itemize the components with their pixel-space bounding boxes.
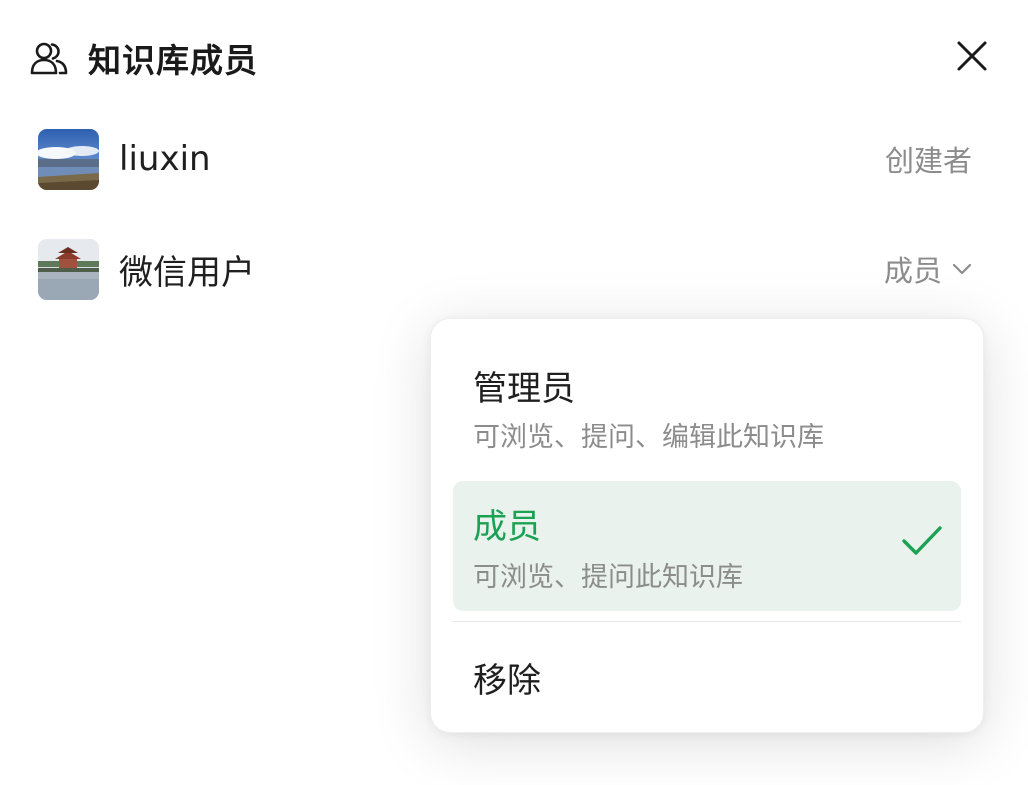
check-icon xyxy=(901,525,943,561)
close-icon xyxy=(956,40,988,76)
member-row: 微信用户 成员 xyxy=(38,238,972,300)
close-button[interactable] xyxy=(952,38,992,78)
menu-divider xyxy=(453,621,961,622)
option-title: 移除 xyxy=(473,661,541,701)
chevron-down-icon xyxy=(952,263,972,275)
member-name: 微信用户 xyxy=(119,252,255,293)
role-dropdown-trigger[interactable]: 成员 xyxy=(884,248,972,290)
option-description: 可浏览、提问、编辑此知识库 xyxy=(473,422,824,453)
knowledge-base-members-panel: 知识库成员 liuxin 创建者 微信用户 成员 管理员 可浏览、提问、编辑此知… xyxy=(0,0,1028,785)
option-description: 可浏览、提问此知识库 xyxy=(473,562,743,593)
role-text: 成员 xyxy=(883,254,942,288)
page-title: 知识库成员 xyxy=(88,41,258,80)
pavilion-avatar xyxy=(38,238,99,300)
role-text: 创建者 xyxy=(884,144,972,178)
people-icon xyxy=(30,39,68,77)
option-title: 管理员 xyxy=(473,369,575,409)
role-option-member[interactable]: 成员 可浏览、提问此知识库 xyxy=(453,481,961,611)
member-row: liuxin 创建者 xyxy=(38,128,972,190)
option-title: 成员 xyxy=(473,507,541,547)
remove-member-option[interactable]: 移除 xyxy=(453,629,961,719)
member-name: liuxin xyxy=(119,139,211,179)
panel-header: 知识库成员 xyxy=(30,34,258,82)
member-role-label: 创建者 xyxy=(885,138,972,180)
role-dropdown-menu: 管理员 可浏览、提问、编辑此知识库 成员 可浏览、提问此知识库 移除 xyxy=(430,318,984,733)
landscape-lake-avatar xyxy=(38,128,99,190)
role-option-admin[interactable]: 管理员 可浏览、提问、编辑此知识库 xyxy=(453,341,961,461)
